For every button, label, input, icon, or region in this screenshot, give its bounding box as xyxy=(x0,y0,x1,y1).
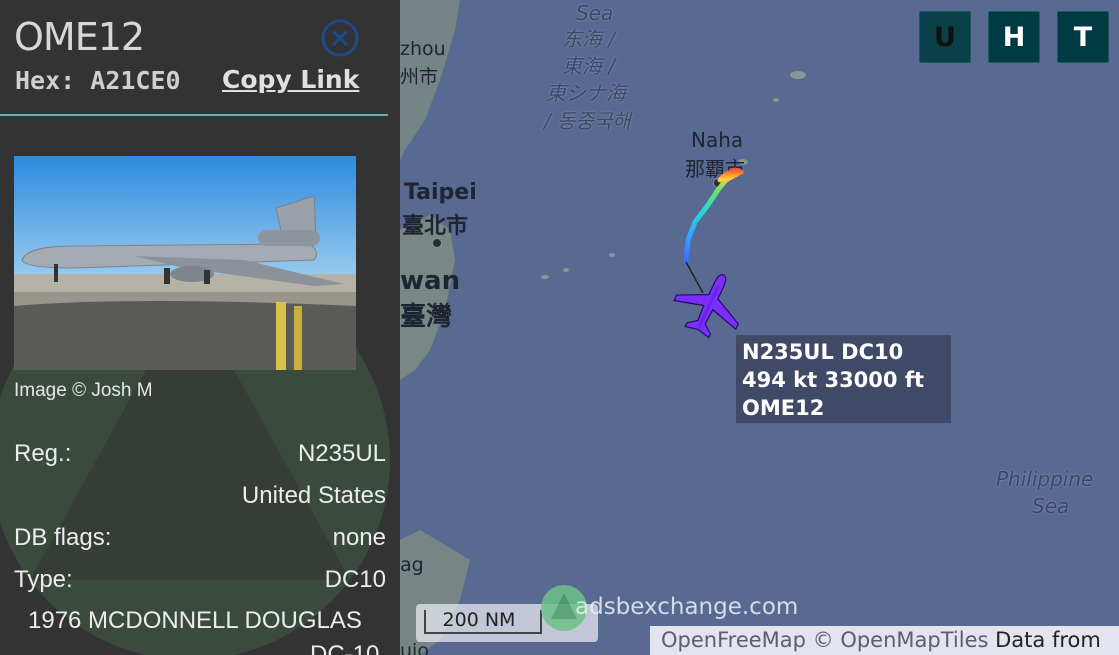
aircraft-label-line1: N235UL DC10 xyxy=(742,340,904,364)
close-icon xyxy=(321,19,359,57)
type-value: DC10 xyxy=(324,566,386,593)
aircraft-description: 1976 MCDONNELL DOUGLAS xyxy=(28,607,362,634)
attribution-openfreemap[interactable]: OpenFreeMap © OpenMapTiles xyxy=(661,628,988,652)
country-value: United States xyxy=(241,482,386,509)
registration-label: Reg.: xyxy=(14,440,72,467)
callsign-title: OME12 xyxy=(14,15,145,59)
aircraft-label-line2: 494 kt 33000 ft xyxy=(742,368,925,392)
aircraft-info-panel: OME12 Hex: A21CE0 Copy Link Image © Josh… xyxy=(0,0,400,655)
header-divider xyxy=(0,114,388,116)
aircraft-label-line3: OME12 xyxy=(742,396,825,420)
aircraft-description-line2: DC-10 xyxy=(310,641,380,655)
photo-credit[interactable]: Image © Josh M xyxy=(14,380,153,402)
copy-link-button[interactable]: Copy Link xyxy=(222,65,359,94)
scale-bar-text: 200 NM xyxy=(442,609,516,631)
track-connector xyxy=(685,261,704,294)
map-attribution[interactable]: OpenFreeMap © OpenMapTiles Data from xyxy=(650,626,1119,655)
toolbar-button-t[interactable]: T xyxy=(1057,11,1109,63)
aircraft-photo[interactable] xyxy=(14,156,356,370)
flight-track xyxy=(683,167,744,265)
hex-row: Hex: A21CE0 xyxy=(15,66,181,95)
toolbar-button-u[interactable]: U xyxy=(919,11,971,63)
hex-label: Hex: xyxy=(15,66,76,95)
db-flags-label: DB flags: xyxy=(14,524,112,551)
close-button[interactable] xyxy=(320,18,360,58)
aircraft-icon xyxy=(673,274,739,339)
type-label: Type: xyxy=(14,566,73,593)
db-flags-value: none xyxy=(332,524,386,551)
toolbar-button-h[interactable]: H xyxy=(988,11,1040,63)
hex-value: A21CE0 xyxy=(90,66,181,95)
registration-value: N235UL xyxy=(297,440,386,467)
attribution-data-from: Data from xyxy=(995,628,1101,652)
aircraft-info-label[interactable]: N235UL DC10 494 kt 33000 ft OME12 xyxy=(736,335,951,423)
site-watermark: adsbexchange.com xyxy=(575,594,799,620)
